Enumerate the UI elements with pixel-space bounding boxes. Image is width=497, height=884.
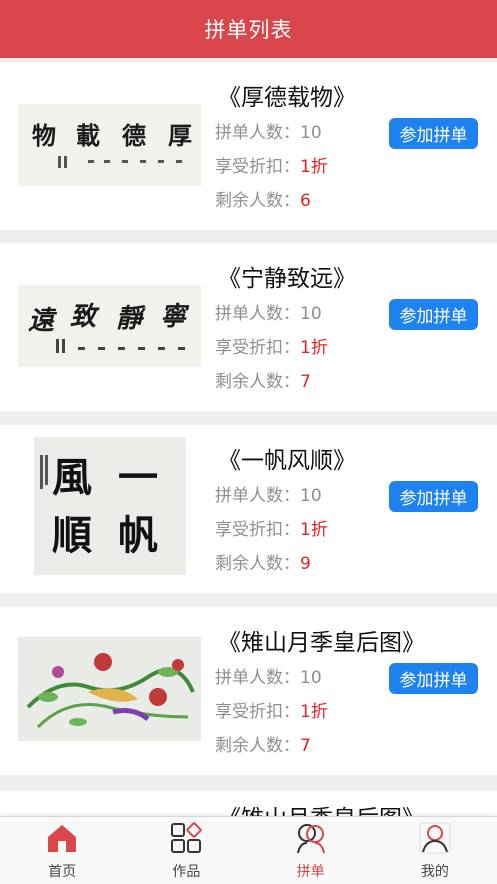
join-group-button[interactable]: 参加拼单 <box>389 663 478 694</box>
svg-text:物: 物 <box>32 121 56 150</box>
discount: 享受折扣：1折 <box>215 702 328 722</box>
artwork-image <box>18 637 201 741</box>
discount: 享受折扣：1折 <box>215 520 328 540</box>
svg-text:風: 風 <box>52 454 92 501</box>
tab-label: 拼单 <box>296 864 325 880</box>
join-group-button[interactable]: 参加拼单 <box>389 118 478 149</box>
svg-text:遠: 遠 <box>28 306 58 336</box>
remaining-count: 剩余人数：9 <box>215 554 311 574</box>
app-header: 拼单列表 <box>0 0 497 58</box>
tab-label: 作品 <box>172 864 201 880</box>
artwork-image: 風 一 順 帆 <box>34 437 186 575</box>
home-icon <box>48 825 77 852</box>
svg-text:帆: 帆 <box>118 512 158 559</box>
profile-icon <box>419 822 451 854</box>
participant-count: 拼单人数：10 <box>215 123 322 143</box>
svg-text:順: 順 <box>52 512 92 559</box>
tab-group-buy[interactable]: 拼单 <box>249 817 373 884</box>
artwork-image: 遠 致 靜 寧 <box>18 285 201 367</box>
tab-label: 我的 <box>420 864 449 880</box>
svg-text:一: 一 <box>118 454 158 501</box>
list-item[interactable]: 遠 致 靜 寧 《宁静致远》 拼单人数：10 享受折扣：1折 剩余人数：7 参加… <box>0 243 497 411</box>
participant-count: 拼单人数：10 <box>215 304 322 324</box>
discount: 享受折扣：1折 <box>215 338 328 358</box>
join-group-button[interactable]: 参加拼单 <box>389 299 478 330</box>
bottom-tab-bar: 首页 作品 拼单 我的 <box>0 816 497 884</box>
remaining-count: 剩余人数：7 <box>215 372 311 392</box>
remaining-count: 剩余人数：7 <box>215 736 311 756</box>
remaining-count: 剩余人数：6 <box>215 191 311 211</box>
svg-text:載: 載 <box>76 121 100 150</box>
participant-count: 拼单人数：10 <box>215 486 322 506</box>
tab-profile[interactable]: 我的 <box>373 817 497 884</box>
artwork-title: 《雉山月季皇后图》 <box>218 630 425 656</box>
page-title: 拼单列表 <box>204 18 293 42</box>
works-icon <box>171 822 203 853</box>
list-item[interactable]: 風 一 順 帆 《一帆风顺》 拼单人数：10 享受折扣：1折 剩余人数：9 参加… <box>0 425 497 593</box>
tab-home[interactable]: 首页 <box>0 817 124 884</box>
tab-works[interactable]: 作品 <box>124 817 248 884</box>
svg-text:厚: 厚 <box>168 121 192 150</box>
tab-label: 首页 <box>48 864 77 880</box>
list-item[interactable]: 物 載 德 厚 《厚德载物》 拼单人数：10 享受折扣：1折 剩余人数：6 参加… <box>0 62 497 230</box>
discount: 享受折扣：1折 <box>215 157 328 177</box>
artwork-title: 《宁静致远》 <box>218 266 356 292</box>
join-group-button[interactable]: 参加拼单 <box>389 481 478 512</box>
svg-text:致: 致 <box>70 302 100 332</box>
svg-text:靜: 靜 <box>116 304 146 334</box>
artwork-title: 《厚德载物》 <box>218 85 356 111</box>
list-item[interactable]: 《雉山月季皇后图》 拼单人数：10 享受折扣：1折 剩余人数：7 参加拼单 <box>0 607 497 775</box>
participant-count: 拼单人数：10 <box>215 668 322 688</box>
artwork-title: 《一帆风顺》 <box>218 448 356 474</box>
group-buy-icon <box>296 824 325 854</box>
svg-text:寧: 寧 <box>160 302 190 332</box>
artwork-image: 物 載 德 厚 <box>18 104 201 186</box>
svg-text:德: 德 <box>122 121 146 150</box>
